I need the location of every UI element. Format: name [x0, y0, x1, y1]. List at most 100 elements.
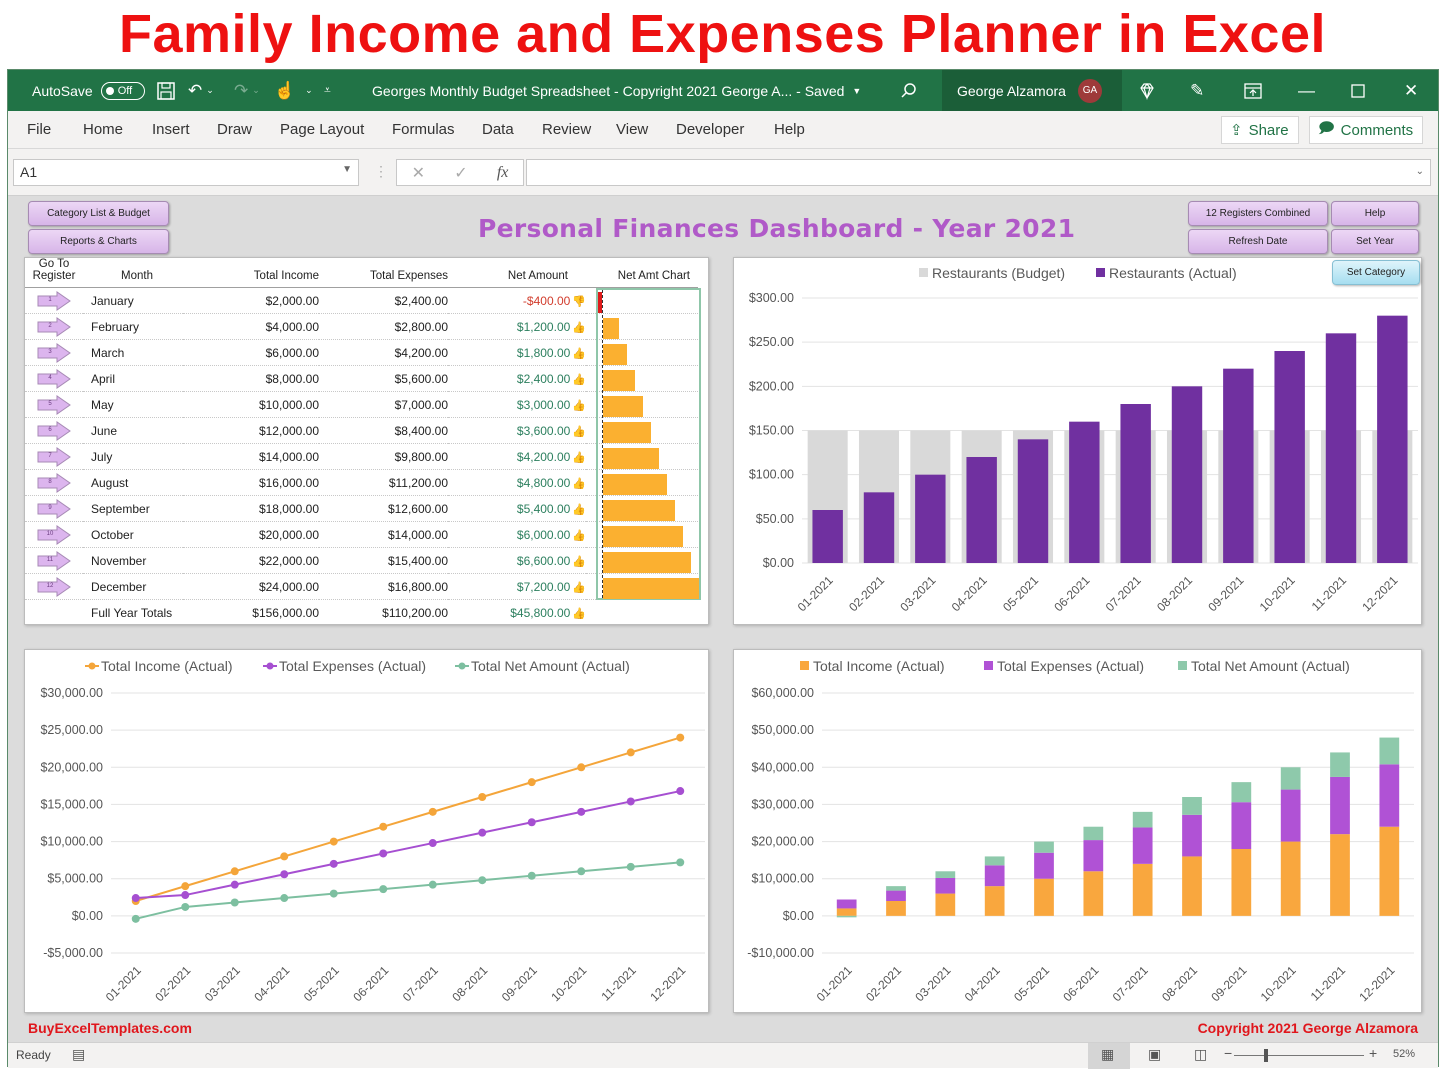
tab-review[interactable]: Review [542, 121, 591, 138]
refresh-date-button[interactable]: Refresh Date [1188, 229, 1328, 254]
header-total-income: Total Income [183, 258, 319, 288]
tab-file[interactable]: File [27, 121, 51, 138]
save-icon[interactable] [156, 70, 176, 111]
resize-handle[interactable]: ⋮ [374, 163, 388, 180]
data-point [428, 880, 437, 889]
set-category-button[interactable]: Set Category [1332, 260, 1420, 285]
go-to-register-cell: 12 [25, 573, 83, 600]
tab-draw[interactable]: Draw [217, 121, 252, 138]
document-title[interactable]: Georges Monthly Budget Spreadsheet - Cop… [372, 70, 861, 111]
website-link[interactable]: BuyExcelTemplates.com [28, 1020, 192, 1036]
undo-icon[interactable]: ↶ ⌄ [188, 70, 214, 111]
go-to-register-button[interactable]: 6 [37, 420, 71, 441]
reports-charts-button[interactable]: Reports & Charts [28, 229, 169, 254]
stacked-bar-segment [1132, 863, 1153, 916]
register-number: 7 [48, 452, 52, 459]
go-to-register-button[interactable]: 11 [37, 550, 71, 571]
net-amount-cell: $1,200.00 👍 [448, 313, 586, 340]
go-to-register-button[interactable]: 4 [37, 368, 71, 389]
legend-label: Total Income (Actual) [101, 658, 233, 674]
net-amount-value: $6,000.00 [516, 527, 571, 542]
go-to-register-button[interactable]: 7 [37, 446, 71, 467]
zoom-in-button[interactable]: + [1369, 1045, 1377, 1061]
ribbon-display-icon[interactable] [1244, 70, 1262, 111]
go-to-register-button[interactable]: 3 [37, 342, 71, 363]
x-tick-label: 06-2021 [1051, 573, 1092, 614]
data-point [280, 852, 289, 861]
category-list-budget-button[interactable]: Category List & Budget [28, 201, 169, 226]
expand-formula-icon[interactable]: ⌄ [1416, 166, 1424, 177]
customize-qat-icon[interactable]: ⩡ [324, 70, 331, 111]
touch-mode-icon[interactable]: ☝ ⌄ [274, 70, 313, 111]
enter-icon[interactable]: ✓ [454, 163, 467, 183]
comments-button[interactable]: 🗩 Comments [1309, 116, 1423, 144]
tab-home[interactable]: Home [83, 121, 123, 138]
tab-page-layout[interactable]: Page Layout [280, 121, 364, 138]
income-cell: $8,000.00 [183, 365, 319, 392]
account-area[interactable]: George Alzamora GA [942, 70, 1122, 111]
search-icon[interactable] [900, 70, 918, 111]
tab-help[interactable]: Help [774, 121, 805, 138]
go-to-register-cell: 5 [25, 391, 83, 418]
go-to-register-button[interactable]: 8 [37, 472, 71, 493]
page-layout-view-icon[interactable]: ▣ [1148, 1046, 1161, 1063]
tab-developer[interactable]: Developer [676, 121, 744, 138]
zoom-slider[interactable] [1234, 1055, 1364, 1056]
net-amount-value: $2,400.00 [516, 371, 571, 386]
redo-icon[interactable]: ↷ ⌄ [234, 70, 260, 111]
data-point [527, 818, 536, 827]
data-point [428, 807, 437, 816]
document-title-text: Georges Monthly Budget Spreadsheet - Cop… [372, 82, 845, 99]
go-to-register-button[interactable]: 10 [37, 524, 71, 545]
insert-function-icon[interactable]: fx [497, 164, 509, 182]
income-cell: $18,000.00 [183, 495, 319, 522]
diamond-icon[interactable] [1138, 70, 1156, 111]
chevron-down-icon[interactable]: ▼ [342, 164, 352, 175]
go-to-register-button[interactable]: 1 [37, 290, 71, 311]
header-month: Month [83, 258, 183, 288]
go-to-register-button[interactable]: 12 [37, 576, 71, 597]
stacked-bar-segment [1083, 871, 1104, 916]
accessibility-icon[interactable]: ▤ [72, 1046, 85, 1063]
stacked-bar-segment [984, 856, 1005, 866]
autosave-toggle[interactable]: Off [100, 81, 145, 100]
stacked-bar-segment [984, 865, 1005, 887]
tab-data[interactable]: Data [482, 121, 514, 138]
page-break-view-icon[interactable]: ◫ [1194, 1046, 1207, 1063]
minimize-icon[interactable]: — [1298, 70, 1315, 111]
tab-formulas[interactable]: Formulas [392, 121, 455, 138]
set-year-button[interactable]: Set Year [1331, 229, 1419, 254]
month-cell: July [83, 443, 183, 470]
tab-insert[interactable]: Insert [152, 121, 190, 138]
actual-bar [966, 457, 997, 563]
normal-view-button[interactable]: ▦ [1088, 1043, 1130, 1069]
legend-swatch-icon [1096, 268, 1105, 277]
user-name: George Alzamora [957, 82, 1066, 99]
net-amount-cell: $5,400.00 👍 [448, 495, 586, 522]
zoom-slider-thumb[interactable] [1264, 1049, 1269, 1062]
data-point [280, 894, 289, 903]
name-box[interactable]: A1 ▼ [13, 159, 359, 186]
go-to-register-button[interactable]: 9 [37, 498, 71, 519]
net-amount-cell: $1,800.00 👍 [448, 339, 586, 366]
cancel-icon[interactable]: ✕ [412, 163, 425, 183]
pen-icon[interactable]: ✎ [1190, 70, 1204, 111]
maximize-icon[interactable] [1351, 70, 1365, 111]
tab-view[interactable]: View [616, 121, 648, 138]
close-icon[interactable]: ✕ [1404, 70, 1418, 111]
actual-bar [915, 474, 946, 563]
share-button[interactable]: ⇪ Share [1221, 116, 1299, 144]
formula-input[interactable]: ⌄ [526, 159, 1431, 186]
register-number: 2 [48, 322, 52, 329]
go-to-register-button[interactable]: 2 [37, 316, 71, 337]
stacked-bar-segment [935, 877, 956, 894]
header-net-amount: Net Amount [448, 258, 586, 288]
go-to-register-button[interactable]: 5 [37, 394, 71, 415]
avatar[interactable]: GA [1077, 78, 1102, 103]
zoom-level[interactable]: 52% [1393, 1048, 1415, 1060]
zoom-out-button[interactable]: − [1224, 1045, 1232, 1061]
registers-combined-button[interactable]: 12 Registers Combined [1188, 201, 1328, 226]
net-amount-value: $4,800.00 [516, 475, 571, 490]
share-icon: ⇪ [1230, 122, 1243, 139]
help-button[interactable]: Help [1331, 201, 1419, 226]
